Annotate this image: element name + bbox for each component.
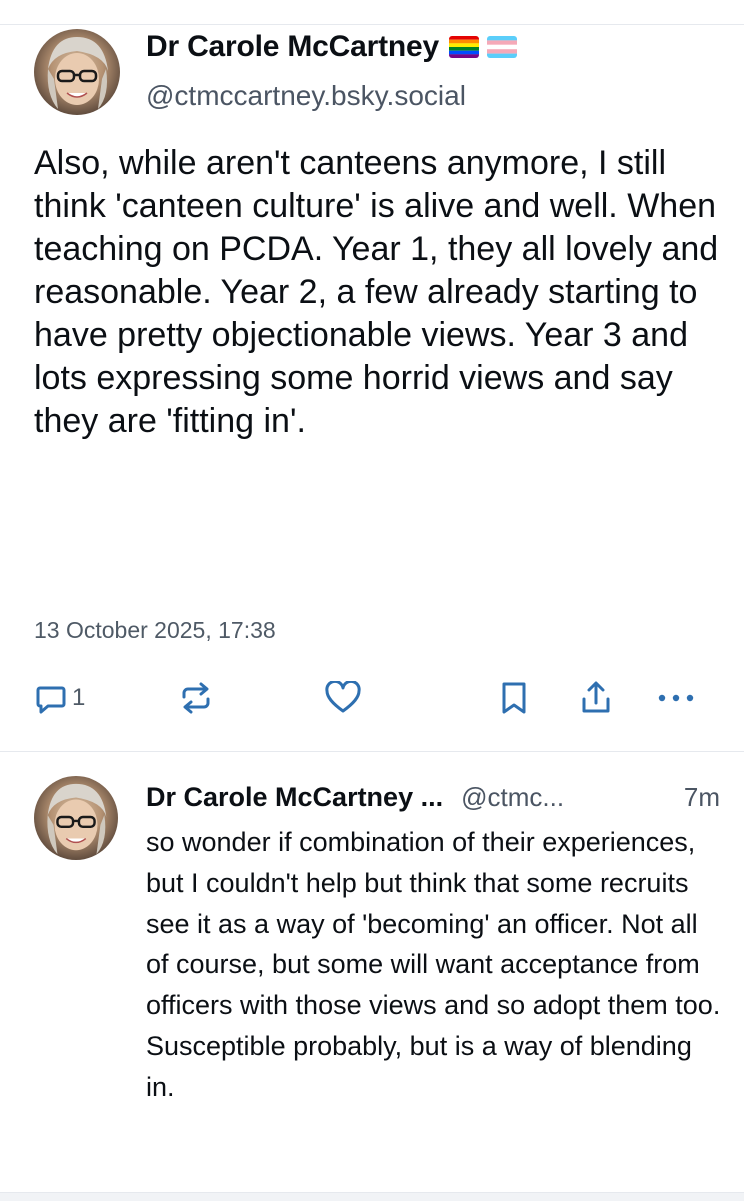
- author-display-name[interactable]: Dr Carole McCartney: [146, 30, 517, 64]
- top-divider: [0, 24, 744, 25]
- like-button[interactable]: [324, 676, 362, 720]
- author-handle[interactable]: @ctmccartney.bsky.social: [146, 80, 466, 112]
- post-action-bar: 1: [0, 676, 744, 720]
- reply-count: 1: [72, 684, 86, 711]
- repost-icon: [176, 681, 216, 715]
- reply-icon: [34, 681, 68, 715]
- reply-timestamp[interactable]: 7m: [684, 782, 720, 813]
- share-icon: [578, 679, 614, 717]
- author-avatar[interactable]: [34, 29, 120, 115]
- bookmark-icon: [498, 680, 530, 716]
- post-timestamp[interactable]: 13 October 2025, 17:38: [34, 617, 276, 644]
- bookmark-button[interactable]: [498, 676, 530, 720]
- reply-header: Dr Carole McCartney ... @ctmc... 7m: [146, 782, 720, 813]
- rainbow-flag-icon: [448, 36, 479, 58]
- heart-icon: [324, 681, 362, 715]
- transgender-flag-icon: [486, 36, 517, 58]
- author-name-text: Dr Carole McCartney: [146, 30, 439, 63]
- repost-button[interactable]: [176, 676, 216, 720]
- reply-author-avatar[interactable]: [34, 776, 118, 860]
- post-text: Also, while aren't canteens anymore, I s…: [34, 144, 719, 440]
- reply-button[interactable]: 1: [34, 676, 85, 720]
- reply-author-handle[interactable]: @ctmc...: [461, 782, 564, 813]
- more-icon: [656, 693, 696, 703]
- post-divider: [0, 751, 744, 752]
- more-options-button[interactable]: [656, 676, 696, 720]
- reply-author-name[interactable]: Dr Carole McCartney ...: [146, 782, 443, 813]
- reply-text: so wonder if combination of their experi…: [146, 827, 721, 1102]
- share-button[interactable]: [578, 676, 614, 720]
